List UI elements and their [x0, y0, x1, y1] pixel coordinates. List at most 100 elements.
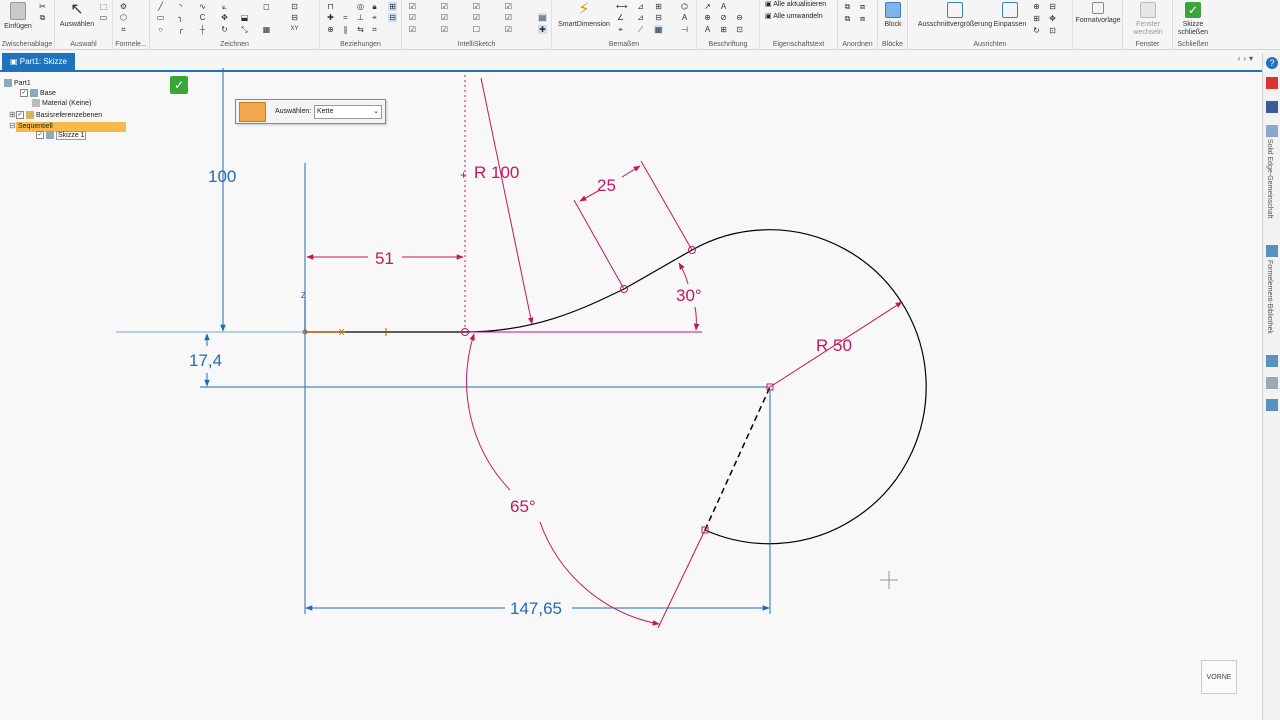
cut-icon[interactable]: ✂	[38, 2, 47, 11]
intellisketch-check-6[interactable]: ☑	[440, 25, 449, 34]
dim-65-text[interactable]: 65°	[510, 497, 536, 516]
dim-style-icon-2[interactable]: ⊿	[636, 13, 645, 22]
dim-25-text[interactable]: 25	[597, 176, 616, 195]
rotate-icon[interactable]: ↻	[220, 25, 229, 34]
tree-item-material[interactable]: Material (Keine)	[32, 99, 91, 109]
surface-icon[interactable]: ⊘	[719, 13, 728, 22]
include-icon[interactable]: ⊟	[290, 13, 299, 22]
intellisketch-check-5[interactable]: ☑	[440, 13, 449, 22]
panel-icon-1[interactable]	[1266, 355, 1278, 367]
coordinate-icon[interactable]: ⌖	[616, 25, 625, 34]
document-tab[interactable]: ▣ Part1: Skizze	[2, 53, 75, 70]
extend-icon[interactable]: ┼	[198, 25, 207, 34]
connect-icon[interactable]: ⊓	[326, 2, 335, 11]
line-icon[interactable]: ╱	[156, 2, 165, 11]
tree-item-sequential[interactable]: ⊟ Sequentiell	[9, 121, 143, 132]
perpendicular-icon[interactable]: ⊥	[356, 13, 365, 22]
dim-b-icon[interactable]: ⊣	[680, 25, 689, 34]
text-icon[interactable]: A	[719, 2, 728, 11]
send-back-icon[interactable]: ⧉	[843, 14, 852, 23]
panel-icon-2[interactable]	[1266, 377, 1278, 389]
intellisketch-check-3[interactable]: ☑	[408, 25, 417, 34]
intellisketch-check-10[interactable]: ☑	[504, 2, 513, 11]
view-icon-3[interactable]: ✥	[1048, 14, 1057, 23]
youtube-icon[interactable]	[1266, 77, 1278, 89]
view-orientation-cube[interactable]: VORNE	[1201, 660, 1237, 694]
collapse-icon[interactable]: ⊟	[9, 121, 16, 131]
intellisketch-check-12[interactable]: ☑	[504, 25, 513, 34]
smartdimension-button[interactable]: ⚡ SmartDimension	[556, 0, 612, 29]
block-button[interactable]: Block	[880, 0, 906, 29]
lock-icon[interactable]: 🔒︎	[370, 2, 379, 11]
tree-item-part[interactable]: Part1	[4, 79, 31, 89]
sketch-line-tangent[interactable]	[623, 249, 693, 290]
reference-planes-checkbox[interactable]: ✓	[16, 111, 24, 120]
fit-button[interactable]: Einpassen	[990, 0, 1030, 29]
spline-icon[interactable]: ∿	[198, 2, 207, 11]
tab-scroll-arrows[interactable]: ‹›▾	[1238, 54, 1256, 63]
copy-icon[interactable]: ⧉	[38, 13, 47, 22]
leader-icon[interactable]: ↗	[703, 2, 712, 11]
accept-checkmark-button[interactable]: ✓	[170, 76, 188, 94]
scale-icon[interactable]: ⤡	[240, 25, 249, 34]
base-checkbox[interactable]: ✓	[20, 89, 28, 98]
parallel-icon[interactable]: ∥	[341, 25, 350, 34]
select-mode-dropdown[interactable]: Kette ⌄	[314, 105, 382, 119]
collinear-icon[interactable]: ⇆	[356, 25, 365, 34]
pan-icon[interactable]: ⊞	[1032, 14, 1041, 23]
intellisketch-plus-icon[interactable]: ✚	[538, 25, 547, 34]
dim-style-icon-4[interactable]: ⊞	[654, 2, 663, 11]
tangent-icon[interactable]: ⊕	[326, 25, 335, 34]
arrange-icon-4[interactable]: ⧈	[858, 14, 867, 23]
relation-handle-icon[interactable]: ⊞	[388, 2, 397, 11]
grid-icon[interactable]: ▦	[262, 25, 271, 34]
close-sketch-button[interactable]: ✓ Skizze schließen	[1175, 0, 1211, 37]
view-icon-2[interactable]: ⊟	[1048, 2, 1057, 11]
zoom-area-button[interactable]: Ausschnittvergrößerung	[913, 0, 997, 29]
dim-30-text[interactable]: 30°	[676, 286, 702, 305]
intellisketch-check-2[interactable]: ☑	[408, 13, 417, 22]
sketch-canvas[interactable]: Z X 100 17,4 147,65 51 R 100 + 25 30° R …	[0, 0, 1280, 720]
view-icon-4[interactable]: ⊡	[1048, 26, 1057, 35]
sketch-arc-r100[interactable]	[464, 288, 625, 333]
arrange-icon-3[interactable]: ⧈	[858, 2, 867, 11]
library-icon[interactable]	[1266, 245, 1278, 257]
intellisketch-options-icon[interactable]: ▤	[538, 13, 547, 22]
facebook-icon[interactable]	[1266, 101, 1278, 113]
dim-r50-text[interactable]: R 50	[816, 336, 852, 355]
intellisketch-check-4[interactable]: ☑	[440, 2, 449, 11]
community-panel-tab[interactable]: Solid Edge-Gemeinschaft	[1266, 139, 1273, 218]
dim-51-text[interactable]: 51	[375, 249, 394, 268]
circle-icon[interactable]: ○	[156, 25, 165, 34]
tree-item-reference-planes[interactable]: ⊞ ✓ Basisreferenzebenen	[9, 110, 102, 120]
rigid-icon[interactable]: ⌗	[370, 25, 379, 34]
convert-all-button[interactable]: ▣ Alle umwandeln	[765, 12, 823, 20]
arc-icon[interactable]: ◝	[176, 2, 185, 11]
feature-icon-1[interactable]: ⚙	[119, 2, 128, 11]
expand-icon[interactable]: ⊞	[9, 110, 16, 120]
xy-icon[interactable]: XY	[290, 25, 299, 34]
select-tool-icon[interactable]: ⬚	[99, 2, 108, 11]
select-mode-icon[interactable]	[239, 102, 266, 122]
intellisketch-check-1[interactable]: ☑	[408, 2, 417, 11]
offset-icon[interactable]: ⟀	[220, 2, 229, 11]
fillet-icon[interactable]: ╮	[176, 13, 185, 22]
rectangle-icon[interactable]: ▭	[156, 13, 165, 22]
switch-window-button[interactable]: Fenster wechseln	[1125, 0, 1171, 37]
library-panel-tab[interactable]: Formelement-Bibliothek	[1266, 260, 1273, 334]
select-button[interactable]: ↖ Auswählen	[58, 0, 96, 29]
intellisketch-check-7[interactable]: ☑	[472, 2, 481, 11]
equal-icon[interactable]: =	[341, 13, 350, 22]
bring-front-icon[interactable]: ⧉	[843, 2, 852, 11]
symmetric-icon[interactable]: ⌖	[370, 13, 379, 22]
point-icon[interactable]: ◻	[262, 2, 271, 11]
intellisketch-check-8[interactable]: ☑	[472, 13, 481, 22]
dim-a-icon[interactable]: A	[680, 13, 689, 22]
mirror-icon[interactable]: ⬓	[240, 13, 249, 22]
sketch-checkbox[interactable]: ✓	[36, 131, 44, 140]
angle-icon[interactable]: ∠	[616, 13, 625, 22]
dim-100-text[interactable]: 100	[208, 167, 236, 186]
feature-icon-3[interactable]: ⌗	[119, 25, 128, 34]
callout-icon[interactable]: ⊕	[703, 13, 712, 22]
zoom-icon[interactable]: ⊕	[1032, 2, 1041, 11]
